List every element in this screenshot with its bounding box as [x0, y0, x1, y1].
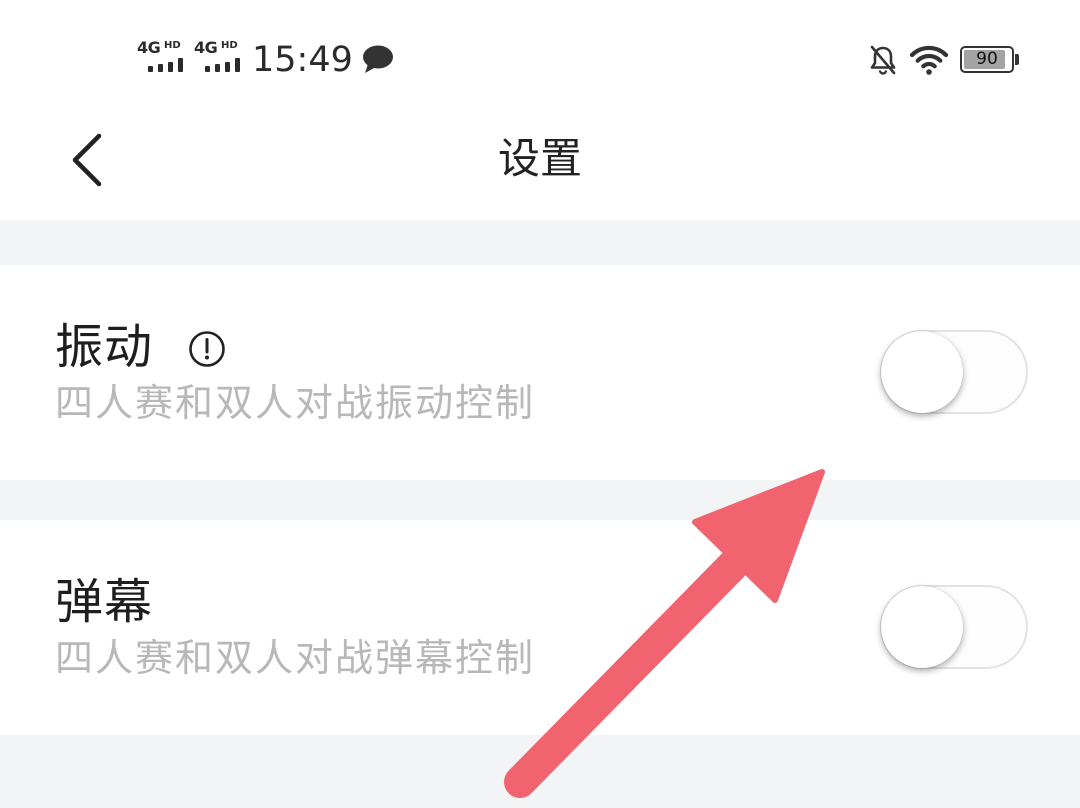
- info-circle-icon[interactable]: [188, 330, 226, 368]
- network-type-label: 4G: [194, 38, 218, 57]
- page-title: 设置: [497, 134, 582, 183]
- chat-bubble-icon: [363, 45, 393, 73]
- setting-row-danmaku: 弹幕 四人赛和双人对战弹幕控制: [0, 520, 1080, 735]
- hd-badge: HD: [221, 40, 238, 51]
- setting-row-vibration: 振动 四人赛和双人对战振动控制: [0, 265, 1080, 480]
- hd-badge: HD: [164, 40, 181, 51]
- signal-bars-icon: [205, 58, 241, 72]
- signal-sim2-icon: 4G HD: [194, 38, 242, 74]
- signal-bars-icon: [148, 58, 184, 72]
- vibration-toggle[interactable]: [880, 330, 1028, 414]
- battery-icon: 90: [960, 46, 1014, 73]
- setting-description: 四人赛和双人对战弹幕控制: [55, 636, 536, 680]
- wifi-icon: [909, 45, 949, 75]
- network-type-label: 4G: [137, 38, 161, 57]
- toggle-knob: [881, 586, 963, 668]
- bell-off-icon: [870, 45, 896, 75]
- danmaku-toggle[interactable]: [880, 585, 1028, 669]
- toggle-knob: [881, 331, 963, 413]
- setting-title: 弹幕: [55, 574, 154, 630]
- status-time: 15:49: [252, 40, 353, 80]
- battery-terminal: [1015, 54, 1019, 65]
- setting-title: 振动: [55, 319, 154, 375]
- top-bar-area: 4G HD 4G HD 15:49 90 设置: [0, 0, 1080, 220]
- signal-sim1-icon: 4G HD: [137, 38, 185, 74]
- setting-description: 四人赛和双人对战振动控制: [55, 381, 536, 425]
- battery-level-text: 90: [976, 49, 998, 69]
- settings-screen: 4G HD 4G HD 15:49 90 设置 振动 四人赛和双人对战振动控制 …: [0, 0, 1080, 808]
